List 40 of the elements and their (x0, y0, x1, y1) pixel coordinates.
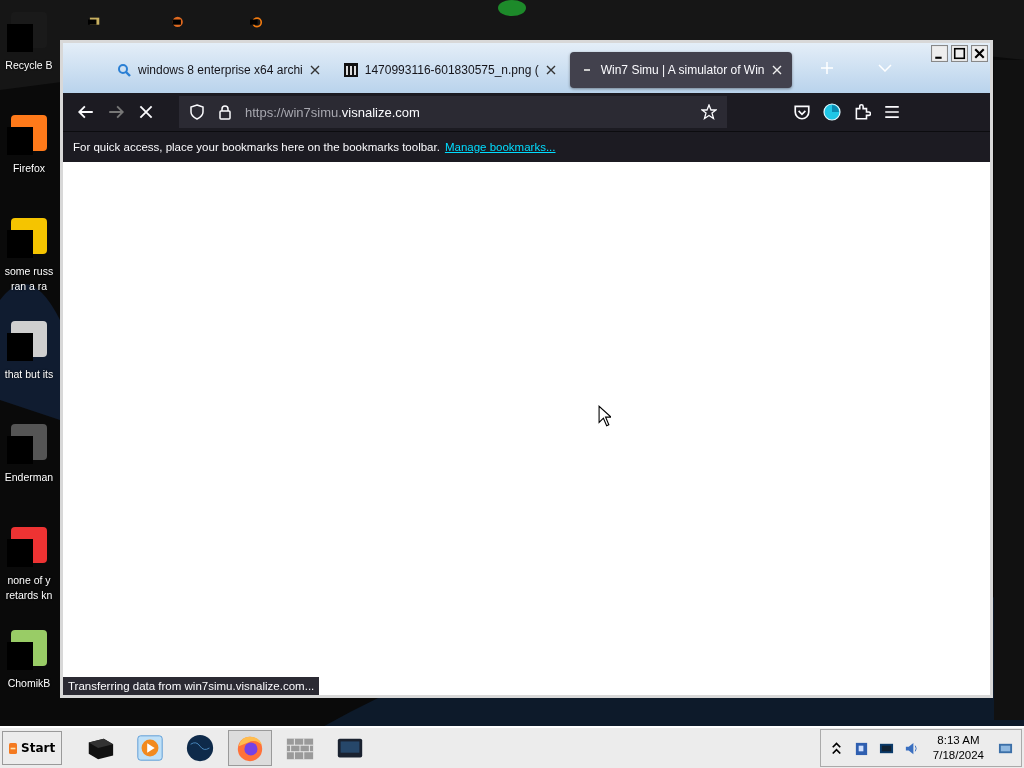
lock-icon (217, 104, 233, 120)
menu-icon[interactable] (883, 103, 901, 121)
star-icon[interactable] (701, 104, 717, 120)
close-icon[interactable] (971, 45, 988, 62)
search-icon (117, 63, 131, 77)
browser-tab[interactable]: windows 8 enterprise x64 archi (107, 52, 330, 88)
maximize-icon[interactable] (951, 45, 968, 62)
start-button[interactable]: Start (2, 731, 63, 765)
close-icon[interactable] (309, 65, 320, 75)
close-icon[interactable] (545, 65, 556, 75)
shield-icon[interactable] (189, 104, 205, 120)
url-text: https://win7simu.visnalize.com (245, 104, 420, 120)
desktop-icon-label: none of y (7, 573, 51, 588)
flag-icon (9, 741, 17, 755)
stop-icon[interactable] (137, 103, 155, 121)
desktop-icon-label: Enderman (4, 470, 54, 485)
forward-arrow-icon[interactable] (107, 103, 125, 121)
pocket-icon[interactable] (793, 103, 811, 121)
desktop-icon-label: ran a ra (10, 279, 48, 294)
address-bar[interactable]: https://win7simu.visnalize.com (179, 96, 727, 128)
browser-tab[interactable]: Win7 Simu | A simulator of Win (569, 52, 792, 88)
mouse-cursor-icon (598, 405, 611, 427)
desktop-icon-label: retards kn (5, 588, 53, 603)
play-icon (135, 733, 166, 763)
globe-icon (185, 733, 216, 763)
back-arrow-icon[interactable] (77, 103, 95, 121)
status-text: Transferring data from win7simu.visnalize.com... (63, 677, 320, 695)
desktop-icon-label: Recycle B (5, 58, 53, 73)
bookmarks-hint: For quick access, place your bookmarks here on the bookmarks toolbar. (73, 141, 440, 153)
minimize-icon[interactable] (931, 45, 948, 62)
network-icon[interactable] (853, 740, 869, 756)
desktop-icon-label: ChomikB (7, 676, 51, 691)
desktop-icon-label: that but its (4, 367, 54, 382)
manage-bookmarks-link[interactable]: Manage bookmarks... (444, 141, 556, 153)
puzzle-icon[interactable] (853, 103, 871, 121)
desktop-icon-label: some russ (4, 264, 54, 279)
desktop-icon-label: Firefox (12, 161, 46, 176)
account-icon[interactable] (823, 103, 841, 121)
browser-tab[interactable]: 1470993116-601830575_n.png ( (333, 52, 566, 88)
clock[interactable]: 8:13 AM 7/18/2024 (928, 733, 988, 763)
